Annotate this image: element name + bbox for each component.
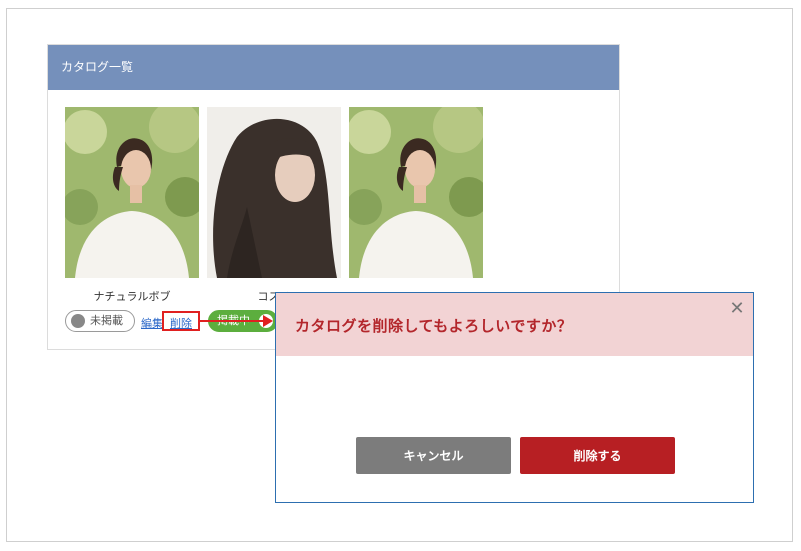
edit-link[interactable]: 編集: [141, 315, 163, 331]
catalog-thumbnail[interactable]: [349, 107, 483, 278]
dialog-header: カタログを削除してもよろしいですか？ ✕: [276, 293, 753, 356]
catalog-thumbnail[interactable]: [65, 107, 199, 278]
catalog-thumbnail[interactable]: [207, 107, 341, 278]
annotation-highlight-box: [162, 311, 200, 331]
catalog-name: ナチュラルボブ: [93, 290, 171, 303]
close-icon[interactable]: ✕: [727, 299, 747, 319]
delete-confirm-dialog: カタログを削除してもよろしいですか？ ✕ キャンセル 削除する: [275, 292, 754, 503]
catalog-card: コスメ: [207, 107, 341, 304]
publish-toggle[interactable]: 未掲載: [65, 310, 135, 332]
panel-header: カタログ一覧: [48, 45, 619, 90]
annotation-arrow-head: [263, 315, 273, 327]
toggle-knob: [71, 314, 85, 328]
annotation-arrow-line: [200, 320, 266, 322]
toggle-label: 未掲載: [90, 314, 123, 327]
dialog-title: カタログを削除してもよろしいですか？: [295, 317, 573, 335]
catalog-card: ナチュラルボブ: [65, 107, 199, 304]
confirm-delete-button[interactable]: 削除する: [520, 437, 675, 474]
catalog-card: [349, 107, 483, 288]
cancel-button[interactable]: キャンセル: [356, 437, 511, 474]
